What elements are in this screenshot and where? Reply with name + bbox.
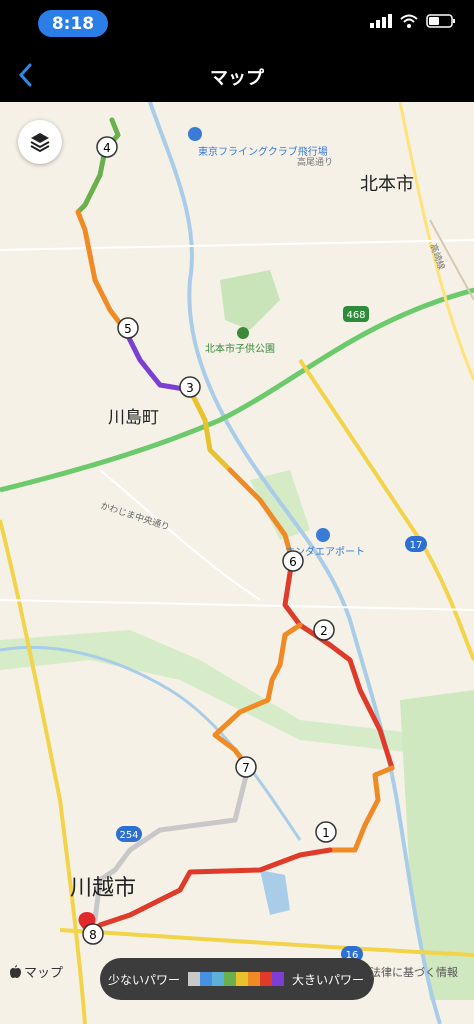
label-kawagoe: 川越市 — [70, 876, 136, 901]
legend-swatch — [188, 972, 201, 986]
marker-2[interactable]: 2 — [313, 619, 335, 641]
airport-icon — [188, 127, 202, 141]
map-view[interactable]: 東京フライングクラブ飛行場 北本市 北本市子供公園 川島町 かわじま中央通り ホ… — [0, 102, 474, 1024]
marker-1-label: 1 — [322, 826, 330, 840]
park-icon — [237, 327, 249, 339]
marker-6-label: 6 — [289, 555, 297, 569]
airport-icon — [316, 528, 330, 542]
nav-bar: マップ — [0, 50, 474, 102]
legend-low-label: 少ないパワー — [108, 972, 181, 987]
label-kawajima: 川島町 — [108, 408, 159, 428]
route-17-text: 17 — [410, 540, 423, 551]
legend-swatches — [188, 972, 285, 986]
marker-4-label: 4 — [103, 141, 111, 155]
legend-swatch — [224, 972, 237, 986]
apple-logo-icon — [10, 964, 21, 978]
apple-maps-attribution: マップ — [10, 962, 63, 981]
legend-swatch — [212, 972, 225, 986]
legal-info-link[interactable]: 法律に基づく情報 — [370, 964, 458, 980]
marker-1[interactable]: 1 — [315, 821, 337, 843]
map-layers-button[interactable] — [18, 120, 62, 164]
marker-5-label: 5 — [124, 322, 132, 336]
marker-6[interactable]: 6 — [282, 550, 304, 572]
signal-icon — [370, 14, 392, 28]
legend-high-label: 大きいパワー — [292, 972, 365, 987]
time-pill[interactable]: 8:18 — [38, 10, 108, 37]
status-icons — [370, 14, 456, 28]
legend-swatch — [260, 972, 273, 986]
label-kitamoto-park: 北本市子供公園 — [205, 342, 275, 355]
marker-4[interactable]: 4 — [96, 136, 118, 158]
legend-swatch — [248, 972, 261, 986]
label-airfield: 東京フライングクラブ飛行場 — [198, 145, 328, 158]
status-time: 8:18 — [51, 13, 95, 34]
label-kitamoto-city: 北本市 — [360, 174, 414, 195]
power-legend: 少ないパワー 大きいパワー — [100, 958, 374, 1000]
marker-8-label: 8 — [89, 928, 97, 942]
apple-maps-label: マップ — [24, 966, 64, 981]
marker-7-label: 7 — [242, 761, 250, 775]
route-254-text: 254 — [119, 830, 138, 841]
label-takao-street: 高尾通り — [297, 156, 333, 168]
marker-3[interactable]: 3 — [179, 376, 201, 398]
marker-5[interactable]: 5 — [117, 317, 139, 339]
battery-icon — [426, 14, 455, 28]
status-bar: 8:18 — [0, 0, 474, 50]
marker-7[interactable]: 7 — [235, 756, 257, 778]
map-canvas: 東京フライングクラブ飛行場 北本市 北本市子供公園 川島町 かわじま中央通り ホ… — [0, 102, 474, 1024]
marker-3-label: 3 — [186, 381, 194, 395]
wifi-icon — [400, 14, 418, 28]
legend-swatch — [272, 972, 285, 986]
marker-8[interactable]: 8 — [82, 923, 104, 945]
layers-icon — [30, 133, 50, 153]
marker-2-label: 2 — [320, 624, 328, 638]
page-title: マップ — [210, 68, 264, 89]
legend-swatch — [200, 972, 213, 986]
route-468-text: 468 — [346, 310, 365, 321]
legend-swatch — [236, 972, 249, 986]
